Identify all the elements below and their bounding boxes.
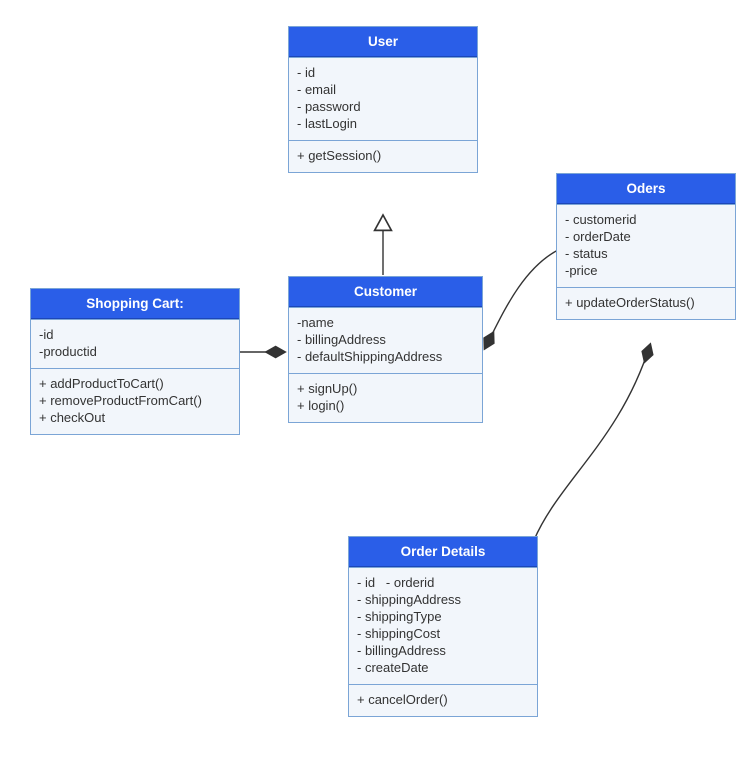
class-orders: Oders - customerid - orderDate - status … (556, 173, 736, 320)
class-shopping-cart-title: Shopping Cart: (31, 289, 239, 319)
class-user-methods: + getSession() (289, 140, 477, 172)
class-order-details: Order Details - id - orderid - shippingA… (348, 536, 538, 717)
class-shopping-cart-methods: + addProductToCart() + removeProductFrom… (31, 368, 239, 434)
rel-orderdetails-orders (534, 345, 650, 540)
class-customer-attrs: -name - billingAddress - defaultShipping… (289, 307, 482, 373)
class-order-details-title: Order Details (349, 537, 537, 567)
class-customer-methods: + signUp() + login() (289, 373, 482, 422)
class-orders-title: Oders (557, 174, 735, 204)
class-user-attrs: - id - email - password - lastLogin (289, 57, 477, 140)
class-order-details-methods: + cancelOrder() (349, 684, 537, 716)
class-user: User - id - email - password - lastLogin… (288, 26, 478, 173)
class-user-title: User (289, 27, 477, 57)
class-order-details-attrs: - id - orderid - shippingAddress - shipp… (349, 567, 537, 684)
class-shopping-cart: Shopping Cart: -id -productid + addProdu… (30, 288, 240, 435)
rel-customer-orders (485, 250, 558, 348)
class-orders-methods: + updateOrderStatus() (557, 287, 735, 319)
class-orders-attrs: - customerid - orderDate - status -price (557, 204, 735, 287)
class-customer-title: Customer (289, 277, 482, 307)
class-customer: Customer -name - billingAddress - defaul… (288, 276, 483, 423)
class-shopping-cart-attrs: -id -productid (31, 319, 239, 368)
